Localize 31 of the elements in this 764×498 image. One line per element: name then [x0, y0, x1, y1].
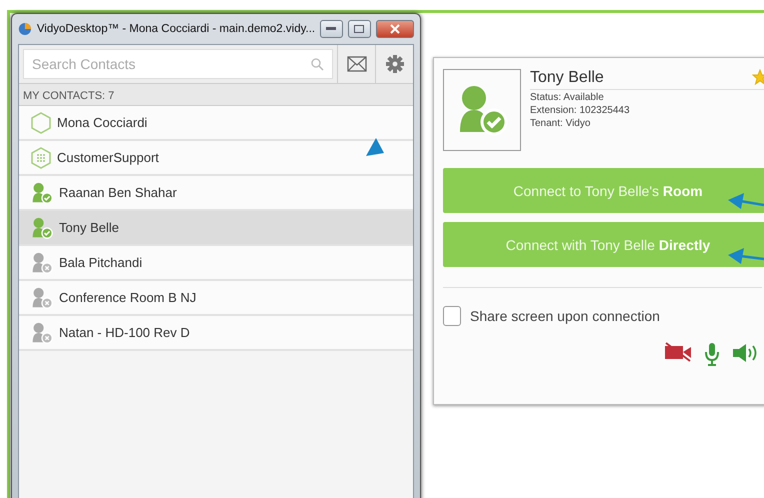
contact-row[interactable]: Bala Pitchandi	[19, 246, 413, 281]
contact-row[interactable]: CustomerSupport	[19, 141, 413, 176]
share-screen-label: Share screen upon connection	[470, 308, 660, 324]
contact-row[interactable]: Natan - HD-100 Rev D	[19, 316, 413, 351]
contact-row[interactable]: Raanan Ben Shahar	[19, 176, 413, 211]
pointer-triangle-icon	[364, 137, 386, 157]
close-button[interactable]	[376, 20, 414, 38]
search-icon	[311, 58, 324, 71]
camera-icon[interactable]	[664, 342, 692, 362]
contact-info: Tenant: Vidyo	[530, 118, 592, 129]
microphone-icon[interactable]	[704, 342, 720, 366]
contact-info: Status: Available	[530, 92, 605, 103]
contact-row[interactable]: Tony Belle	[19, 211, 413, 246]
search-field[interactable]: Search Contacts	[23, 49, 333, 79]
contact-info: Extension: 102325443	[530, 105, 631, 116]
maximize-button[interactable]	[348, 20, 371, 38]
checkbox[interactable]	[443, 306, 461, 326]
contact-row[interactable]: Conference Room B NJ	[19, 281, 413, 316]
contact-row[interactable]: Mona Cocciardi	[19, 106, 413, 141]
contacts-header: MY CONTACTS: 7	[19, 84, 413, 106]
minimize-button[interactable]	[320, 20, 343, 38]
window-title: VidyoDesktop™ - Mona Cocciardi - main.demo2.vidy...	[36, 23, 316, 35]
star-icon[interactable]	[752, 69, 764, 85]
settings-icon	[386, 55, 404, 73]
maximize-icon	[354, 25, 364, 33]
hexagon-icon	[31, 112, 51, 134]
keypad-icon	[31, 146, 51, 168]
app-logo-icon	[18, 21, 32, 37]
minimize-icon	[326, 27, 336, 31]
close-icon	[390, 24, 400, 34]
mail-icon	[346, 56, 366, 72]
